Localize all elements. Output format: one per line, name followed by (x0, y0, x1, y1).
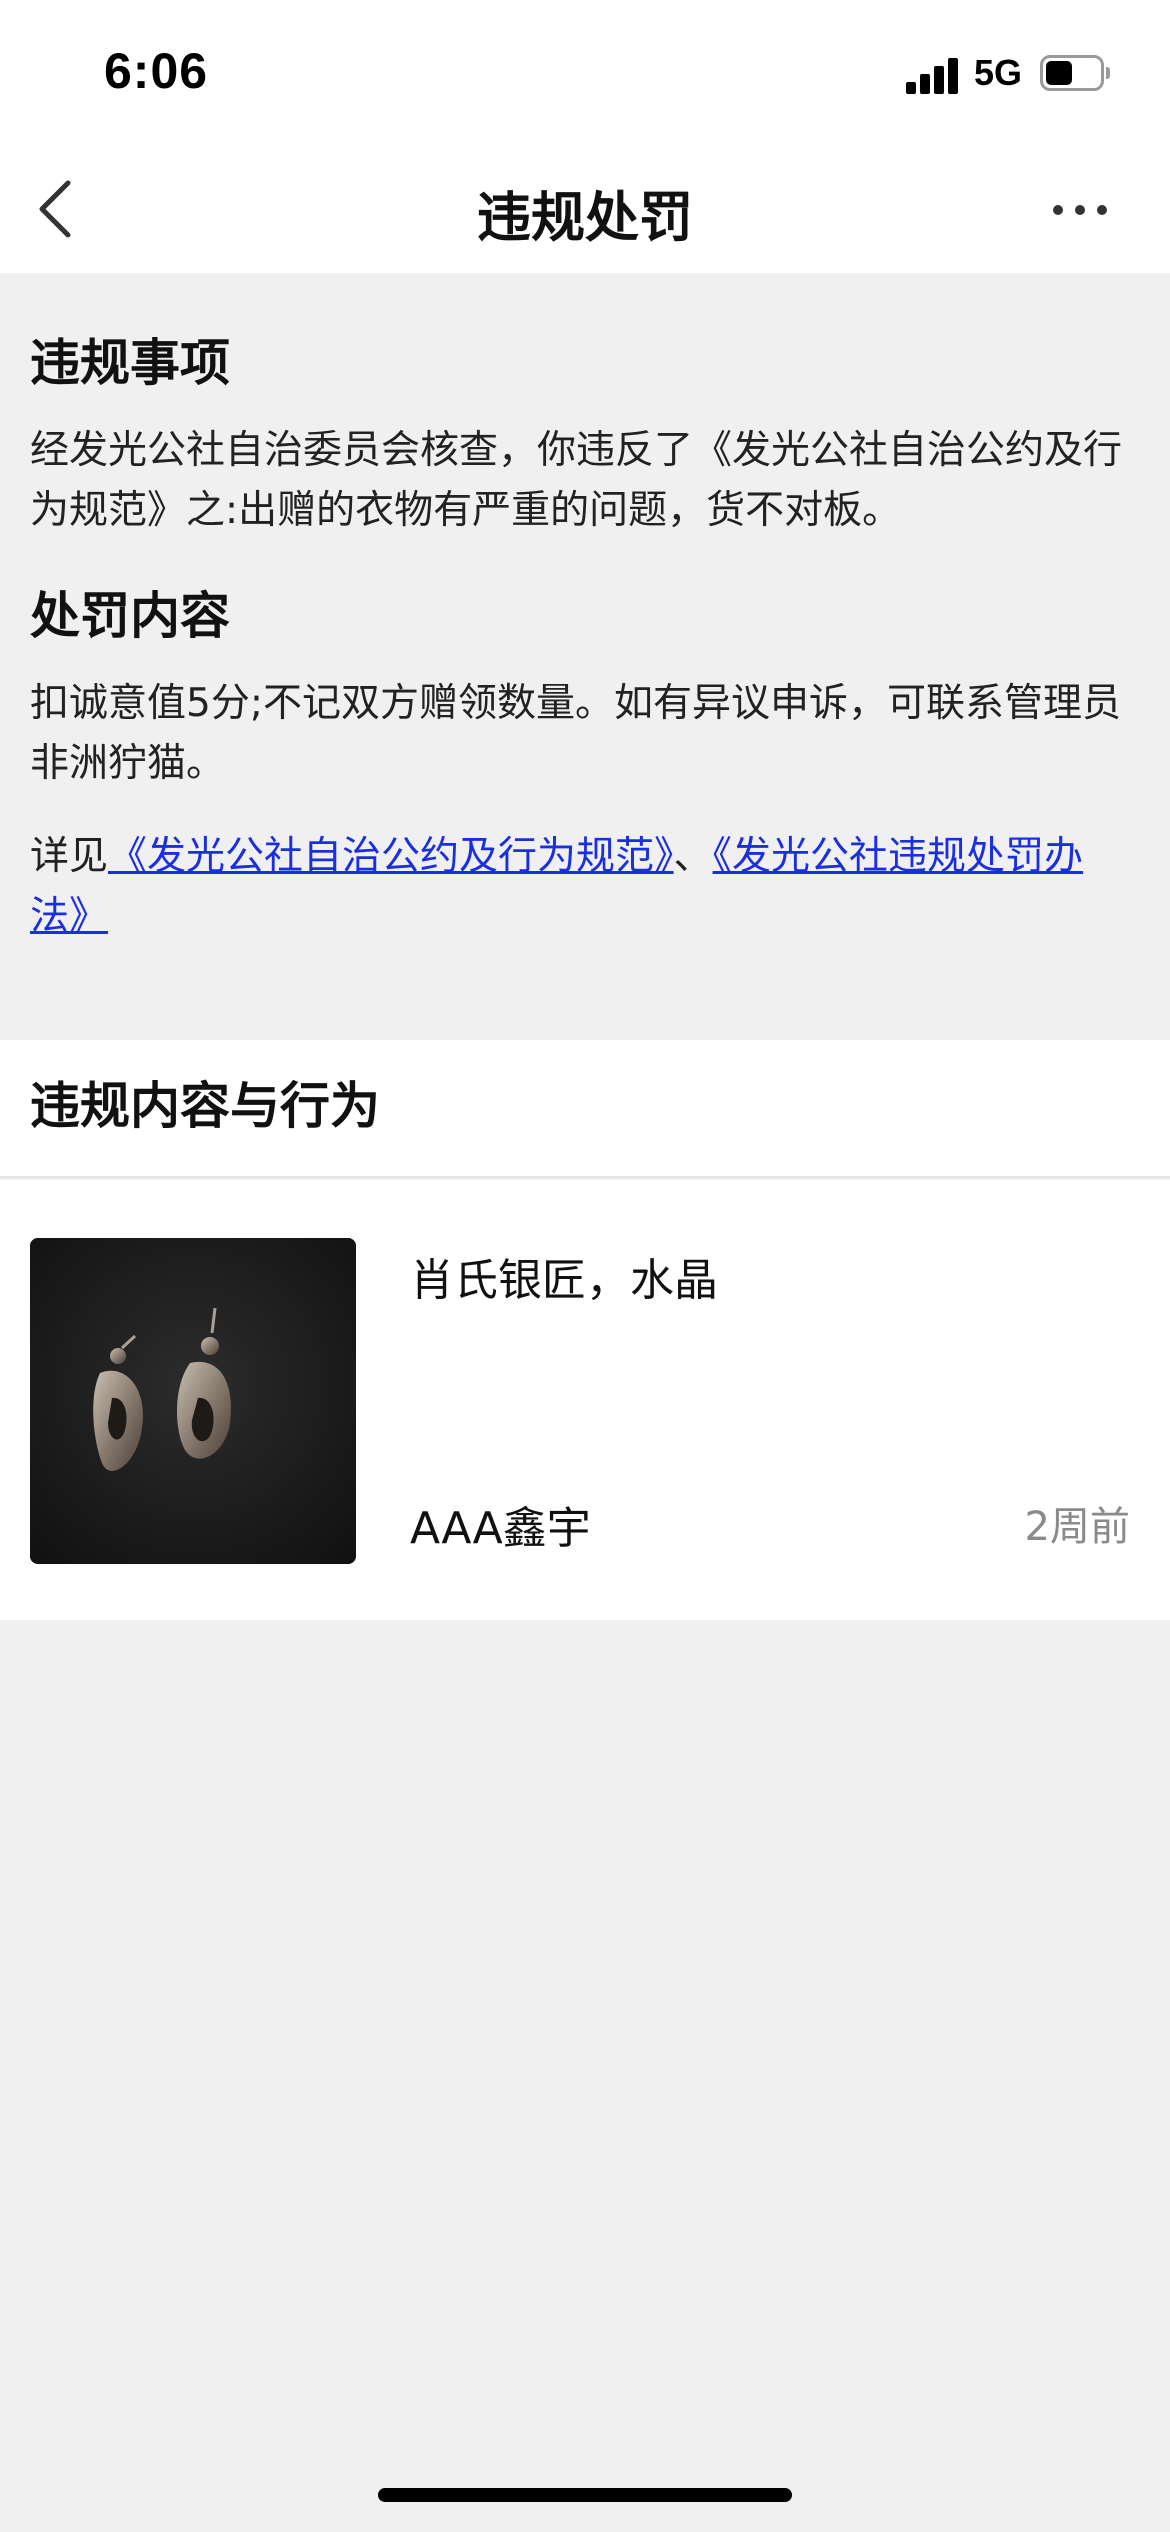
rules-link[interactable]: 《发光公社自治公约及行为规范》 (108, 834, 674, 879)
more-horizontal-icon[interactable] (1050, 195, 1110, 225)
screen: 6:06 5G 违规处罚 违规事项 经发光公社自治委员会核查，你违反了《发光公社… (0, 0, 1170, 2532)
list-item[interactable]: 肖氏银匠，水晶 AAA鑫宇 2周前 (0, 1180, 1170, 1620)
page-title: 违规处罚 (477, 186, 693, 249)
content-header: 违规内容与行为 (0, 1040, 1170, 1178)
network-type: 5G (974, 52, 1023, 93)
signal-icon (906, 58, 960, 94)
status-time: 6:06 (104, 43, 209, 99)
home-indicator[interactable] (378, 2488, 792, 2502)
status-bar: 6:06 5G (0, 0, 1170, 145)
reference-links: 详见《发光公社自治公约及行为规范》、《发光公社违规处罚办法》 (30, 827, 1140, 948)
battery-icon (1040, 55, 1110, 91)
item-title: 肖氏银匠，水晶 (410, 1255, 718, 1306)
see-prefix: 详见 (30, 833, 109, 879)
penalty-text: 扣诚意值5分;不记双方赠领数量。如有异议申诉，可联系管理员非洲狞猫。 (30, 680, 1121, 787)
content-heading: 违规内容与行为 (30, 1077, 380, 1135)
violation-heading: 违规事项 (30, 334, 230, 392)
earrings-photo[interactable] (30, 1238, 356, 1564)
item-username[interactable]: AAA鑫宇 (410, 1492, 591, 1556)
link-separator: 、 (673, 833, 713, 879)
nav-bar: 违规处罚 (0, 145, 1170, 273)
item-timestamp: 2周前 (1024, 1504, 1130, 1550)
violation-section: 违规事项 经发光公社自治委员会核查，你违反了《发光公社自治公约及行为规范》之:出… (0, 273, 1170, 1040)
penalty-heading: 处罚内容 (30, 586, 230, 645)
violation-text: 经发光公社自治委员会核查，你违反了《发光公社自治公约及行为规范》之:出赠的衣物有… (30, 428, 1123, 534)
